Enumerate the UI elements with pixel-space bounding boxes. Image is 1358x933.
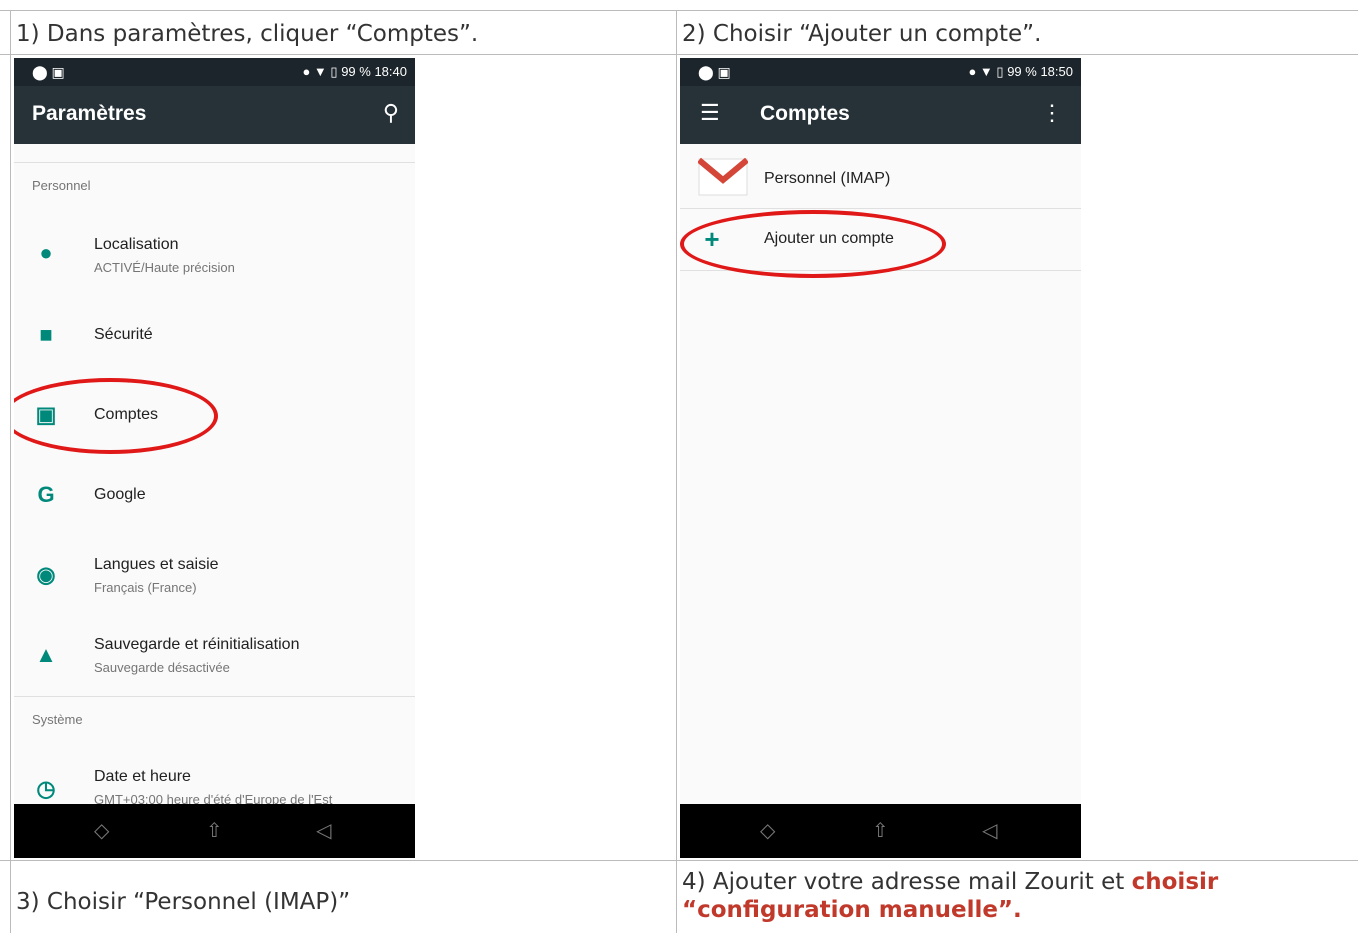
divider [14,162,415,163]
item-title: Personnel (IMAP) [764,170,891,187]
item-title: Localisation [94,236,179,253]
android-nav-bar: ◇ ⇧ ◁ [680,804,1081,858]
back-icon[interactable]: ◇ [760,818,775,842]
home-icon[interactable]: ⇧ [872,818,889,842]
step4-caption-emphasis-2: “configuration manuelle”. [682,897,1022,923]
step3-caption: 3) Choisir “Personnel (IMAP)” [16,889,351,915]
item-title: Date et heure [94,768,191,785]
status-left-icons: ⬤ ▣ [32,64,65,80]
battery-level: 99 % [341,64,371,79]
table-left-border [10,10,11,933]
highlight-circle [680,210,946,278]
status-time: 18:50 [1040,64,1073,79]
accounts-screenshot: ⬤ ▣ ● ▼ ▯ 99 % 18:50 ☰ Comptes ⋮ Personn… [680,58,1081,858]
divider [680,208,1081,209]
table-header-border [0,54,1358,55]
step4-caption-text: 4) Ajouter votre adresse mail Zourit et [682,869,1132,895]
item-subtitle: Français (France) [94,580,197,595]
settings-item-date-heure[interactable]: ◷ Date et heure GMT+03:00 heure d'été d'… [14,758,415,808]
search-icon[interactable]: ⚲ [383,100,399,126]
section-systeme: Système [32,712,83,727]
section-personnel: Personnel [32,178,91,193]
location-pin-icon: ● [39,240,53,265]
status-right: ● ▼ ▯ 99 % 18:50 [968,64,1073,79]
globe-icon: ◉ [36,562,56,587]
status-right: ● ▼ ▯ 99 % 18:40 [302,64,407,79]
status-time: 18:40 [374,64,407,79]
step2-caption: 2) Choisir “Ajouter un compte”. [682,21,1042,47]
recent-apps-icon[interactable]: ◁ [982,818,997,842]
settings-item-localisation[interactable]: ● Localisation ACTIVÉ/Haute précision [14,226,415,286]
lock-icon: ■ [39,322,53,347]
step4-caption: 4) Ajouter votre adresse mail Zourit et … [682,868,1218,924]
account-item-personnel-imap[interactable]: Personnel (IMAP) [680,150,1081,208]
status-left-icons: ⬤ ▣ [698,64,731,80]
page-title: Paramètres [32,102,147,125]
item-title: Sauvegarde et réinitialisation [94,636,300,653]
status-bar: ⬤ ▣ ● ▼ ▯ 99 % 18:40 [14,58,415,86]
gmail-icon [698,158,748,196]
step1-caption: 1) Dans paramètres, cliquer “Comptes”. [16,21,479,47]
menu-icon[interactable]: ☰ [700,100,720,126]
settings-item-langues[interactable]: ◉ Langues et saisie Français (France) [14,548,415,608]
item-subtitle: ACTIVÉ/Haute précision [94,260,235,275]
table-row-border [0,860,1358,861]
item-title: Langues et saisie [94,556,219,573]
settings-item-google[interactable]: G Google [14,468,415,528]
item-subtitle: Sauvegarde désactivée [94,660,230,675]
page-title: Comptes [760,102,850,125]
google-icon: G [37,482,55,507]
clock-icon: ◷ [36,776,56,801]
table-top-border [0,10,1358,11]
battery-level: 99 % [1007,64,1037,79]
item-title: Google [94,486,146,503]
cloud-upload-icon: ▲ [35,642,57,667]
settings-item-sauvegarde[interactable]: ▲ Sauvegarde et réinitialisation Sauvega… [14,628,415,688]
divider [14,696,415,697]
settings-screenshot: ⬤ ▣ ● ▼ ▯ 99 % 18:40 Paramètres ⚲ Person… [14,58,415,858]
settings-item-securite[interactable]: ■ Sécurité [14,308,415,368]
recent-apps-icon[interactable]: ◁ [316,818,331,842]
table-middle-border [676,10,677,933]
settings-toolbar: Paramètres ⚲ [14,86,415,144]
android-nav-bar: ◇ ⇧ ◁ [14,804,415,858]
step4-caption-emphasis: choisir [1131,869,1219,895]
home-icon[interactable]: ⇧ [206,818,223,842]
status-bar: ⬤ ▣ ● ▼ ▯ 99 % 18:50 [680,58,1081,86]
accounts-toolbar: ☰ Comptes ⋮ [680,86,1081,144]
more-vert-icon[interactable]: ⋮ [1041,100,1063,126]
item-title: Sécurité [94,326,153,343]
back-icon[interactable]: ◇ [94,818,109,842]
